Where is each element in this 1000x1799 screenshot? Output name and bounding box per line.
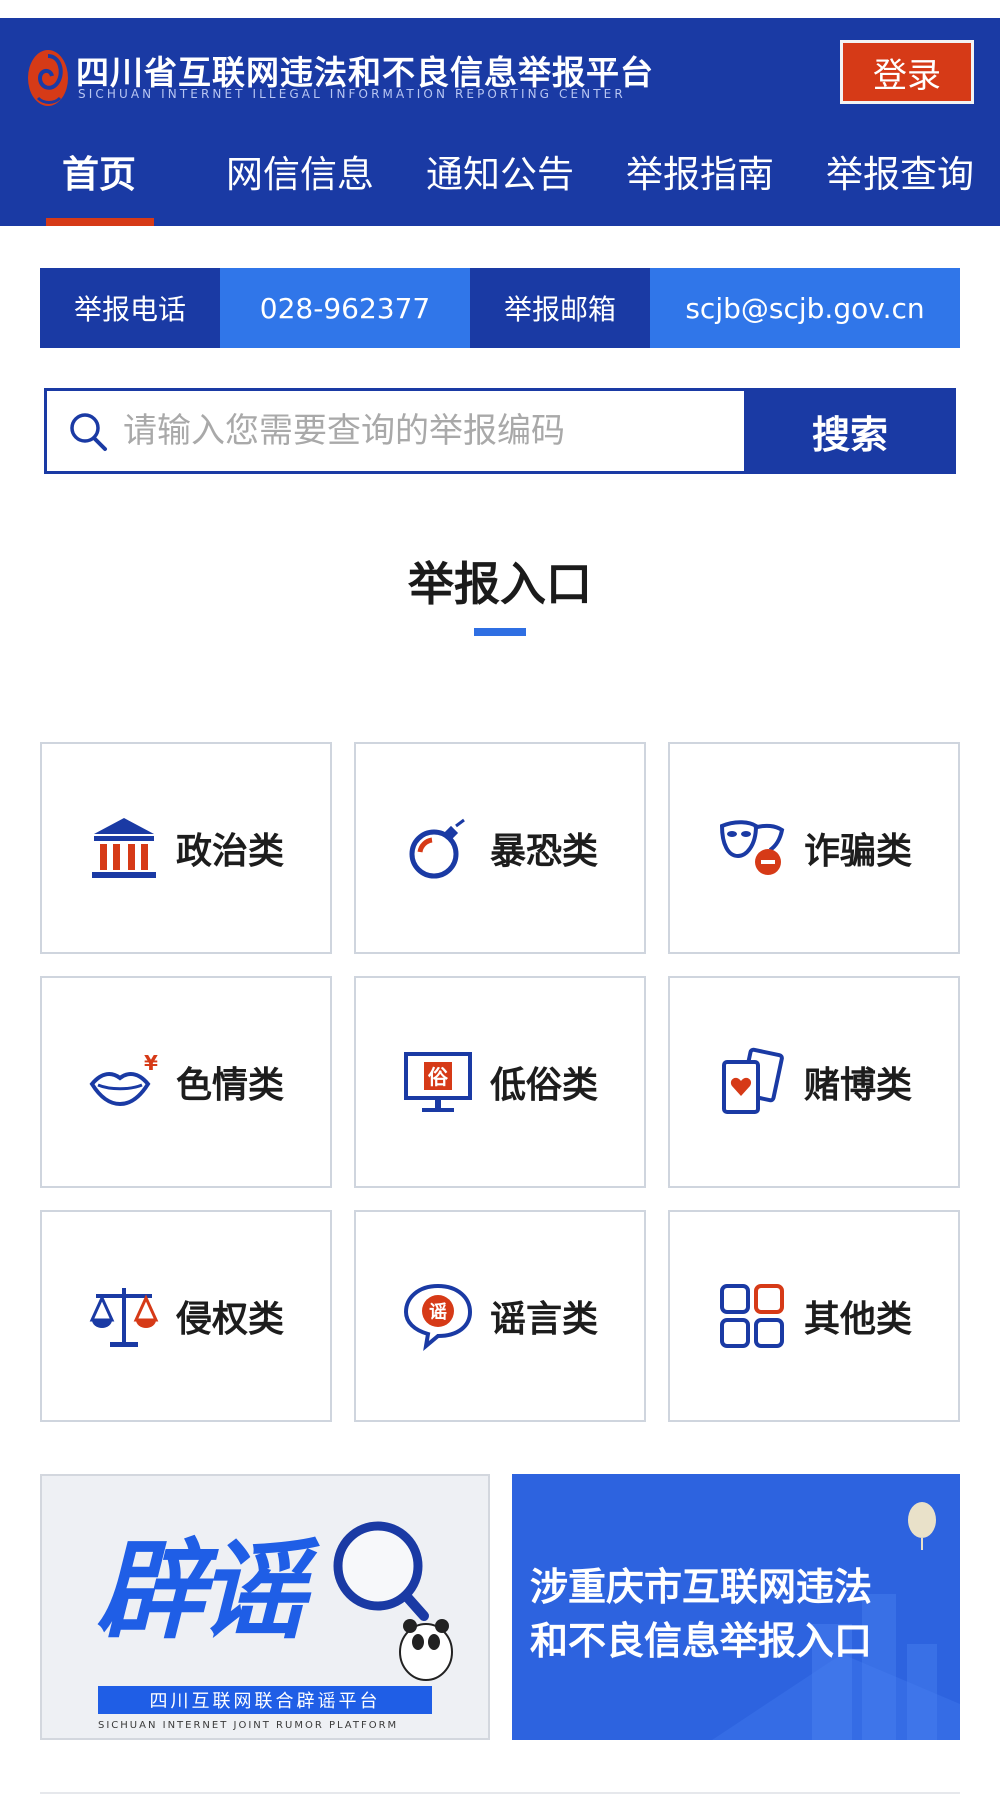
scales-icon — [89, 1288, 159, 1347]
category-label: 其他类 — [803, 1299, 912, 1340]
section-title: 举报入口 — [408, 557, 592, 611]
category-tile-other[interactable]: 其他类 — [668, 1210, 960, 1422]
category-tile-infringement[interactable]: 侵权类 — [40, 1210, 332, 1422]
login-button[interactable]: 登录 — [840, 40, 974, 104]
email-label: 举报邮箱 — [470, 268, 650, 348]
search-button[interactable]: 搜索 — [744, 388, 956, 474]
playing-cards-icon — [721, 1047, 784, 1114]
main-nav: 首页 网信信息 通知公告 举报指南 举报查询 — [0, 146, 1000, 226]
nav-item-query[interactable]: 举报查询 — [826, 146, 974, 226]
speech-bubble-icon: 谣 — [403, 1283, 472, 1351]
rumor-platform-banner[interactable]: 辟谣 四川互联网联合辟谣平台 SICHUAN INTERNET JOINT RU… — [40, 1474, 490, 1740]
category-label: 低俗类 — [489, 1065, 598, 1106]
nav-item-notices[interactable]: 通知公告 — [426, 146, 574, 226]
nav-item-home[interactable]: 首页 — [62, 146, 136, 226]
contact-bar: 举报电话 028-962377 举报邮箱 scjb@scjb.gov.cn — [40, 268, 960, 348]
chongqing-banner-line-1: 涉重庆市互联网违法 — [530, 1565, 873, 1609]
search-box — [44, 388, 744, 474]
search-input[interactable] — [123, 411, 683, 451]
chongqing-banner-text: 涉重庆市互联网违法 和不良信息举报入口 — [530, 1560, 872, 1668]
footer-divider — [40, 1792, 960, 1794]
mask-icon — [719, 820, 785, 875]
search-icon — [70, 413, 107, 451]
category-label: 诈骗类 — [803, 831, 912, 872]
category-tile-porn[interactable]: ¥ 色情类 — [40, 976, 332, 1188]
nav-item-guide[interactable]: 举报指南 — [626, 146, 774, 226]
bubble-glyph: 谣 — [429, 1302, 447, 1323]
phone-label: 举报电话 — [40, 268, 220, 348]
category-label: 谣言类 — [489, 1299, 598, 1340]
svg-text:¥: ¥ — [144, 1051, 158, 1075]
category-label: 赌博类 — [803, 1065, 912, 1106]
bomb-icon — [409, 818, 465, 879]
logo-icon — [28, 50, 68, 106]
category-tile-terror[interactable]: 暴恐类 — [354, 742, 646, 954]
category-tile-vulgar[interactable]: 俗 低俗类 — [354, 976, 646, 1188]
category-tile-gambling[interactable]: 赌博类 — [668, 976, 960, 1188]
category-tile-politics[interactable]: 政治类 — [40, 742, 332, 954]
site-header: 四川省互联网违法和不良信息举报平台 SICHUAN INTERNET ILLEG… — [0, 18, 1000, 226]
category-label: 色情类 — [175, 1065, 284, 1106]
search-bar: 搜索 — [44, 388, 956, 474]
phone-value[interactable]: 028-962377 — [220, 268, 470, 348]
monitor-icon: 俗 — [403, 1052, 472, 1112]
chongqing-banner-line-2: 和不良信息举报入口 — [530, 1619, 873, 1663]
category-tile-rumor[interactable]: 谣 谣言类 — [354, 1210, 646, 1422]
category-label: 暴恐类 — [489, 831, 598, 872]
magnifier-panda-icon — [333, 1521, 453, 1681]
section-title-underline — [474, 628, 526, 636]
chongqing-report-banner[interactable]: 涉重庆市互联网违法 和不良信息举报入口 — [512, 1474, 960, 1740]
lips-icon: ¥ — [89, 1051, 158, 1107]
monitor-glyph: 俗 — [427, 1065, 449, 1089]
email-value[interactable]: scjb@scjb.gov.cn — [650, 268, 960, 348]
nav-item-news[interactable]: 网信信息 — [226, 146, 374, 226]
rumor-banner-subtitle: SICHUAN INTERNET JOINT RUMOR PLATFORM — [98, 1720, 399, 1731]
site-subtitle: SICHUAN INTERNET ILLEGAL INFORMATION REP… — [78, 87, 626, 101]
grid-icon — [719, 1284, 784, 1348]
category-label: 政治类 — [175, 831, 284, 872]
category-tile-fraud[interactable]: 诈骗类 — [668, 742, 960, 954]
government-building-icon — [91, 818, 156, 878]
nav-active-indicator — [46, 218, 154, 226]
rumor-banner-strip: 四川互联网联合辟谣平台 — [98, 1686, 432, 1714]
rumor-banner-title: 辟谣 — [96, 1529, 306, 1654]
category-label: 侵权类 — [175, 1299, 284, 1340]
